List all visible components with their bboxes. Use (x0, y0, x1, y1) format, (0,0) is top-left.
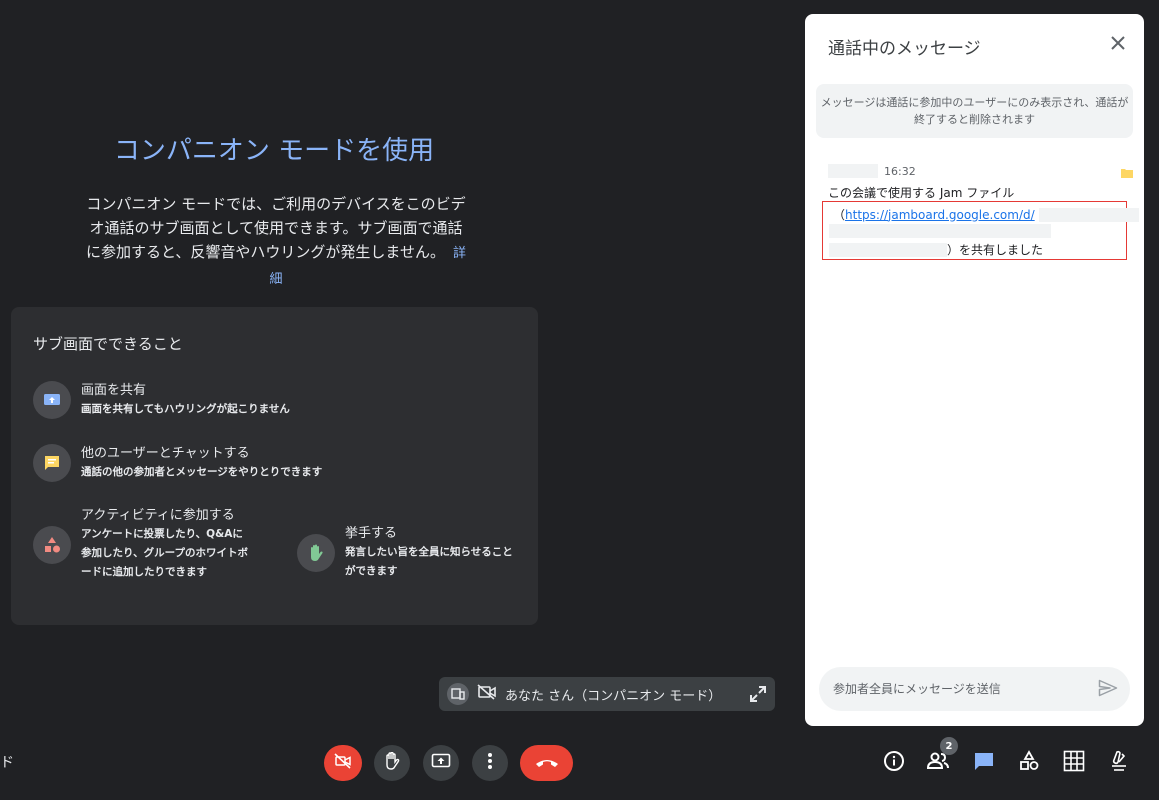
raise-hand-button[interactable] (374, 745, 410, 781)
info-icon (883, 750, 905, 776)
leave-call-button[interactable] (520, 745, 573, 781)
self-view-tile[interactable]: あなた さん（コンパニオン モード） (439, 677, 775, 711)
features-card-title: サブ画面でできること (33, 335, 183, 353)
feature-activities: アクティビティに参加する アンケートに投票したり、Q&Aに参加したり、グループの… (33, 507, 253, 582)
message-link-highlight: （ https://jamboard.google.com/d/ ）を共有しまし… (822, 201, 1139, 260)
grid-icon (1063, 750, 1085, 776)
meeting-name-fragment: ド (0, 755, 14, 771)
raise-hand-icon (384, 751, 400, 774)
feature-desc: 通話の他の参加者とメッセージをやりとりできます (81, 465, 323, 478)
host-controls-icon (1110, 750, 1128, 776)
link-redacted (829, 224, 1051, 238)
link-redacted (829, 242, 947, 257)
feature-name: 挙手する (345, 526, 398, 541)
chat-icon (973, 751, 995, 775)
more-options-button[interactable] (472, 745, 508, 781)
send-icon (1098, 679, 1118, 701)
participant-count-badge: 2 (940, 737, 958, 755)
close-panel-button[interactable] (1108, 34, 1128, 54)
feature-raise-hand: 挙手する 発言したい旨を全員に知らせることができます (297, 525, 515, 581)
present-screen-icon (431, 753, 451, 773)
chat-panel: 通話中のメッセージ メッセージは通話に参加中のユーザーにのみ表示され、通話が終了… (805, 14, 1144, 726)
feature-name: 他のユーザーとチャットする (81, 445, 250, 461)
companion-device-icon (447, 683, 469, 705)
present-screen-icon (33, 381, 71, 419)
camera-off-icon (334, 753, 352, 773)
activities-button[interactable] (1016, 750, 1042, 776)
chat-icon (33, 444, 71, 482)
activities-icon (1018, 750, 1040, 776)
companion-mode-title: コンパニオン モードを使用 (113, 136, 435, 166)
open-paren: （ (833, 208, 846, 222)
folder-icon (1121, 163, 1133, 182)
send-button[interactable] (1098, 679, 1118, 701)
feature-name: アクティビティに参加する (81, 508, 235, 523)
feature-share-screen: 画面を共有 画面を共有してもハウリングが起こりません (33, 381, 290, 419)
feature-desc: アンケートに投票したり、Q&Aに参加したり、グループのホワイトボードに追加したり… (81, 528, 248, 578)
features-card: サブ画面でできること 画面を共有 画面を共有してもハウリングが起こりません 他の… (11, 307, 538, 625)
expand-icon[interactable] (749, 685, 767, 707)
meeting-details-button[interactable] (881, 750, 907, 776)
message-text: この会議で使用する Jam ファイル (828, 186, 1015, 200)
feature-desc: 発言したい旨を全員に知らせることができます (345, 546, 513, 577)
chat-message-input[interactable] (819, 667, 1130, 711)
camera-off-icon (477, 684, 497, 704)
call-end-icon (534, 754, 560, 773)
message-time: 16:32 (884, 165, 916, 178)
more-vert-icon (487, 752, 493, 774)
present-screen-button[interactable] (423, 745, 459, 781)
chat-notice: メッセージは通話に参加中のユーザーにのみ表示され、通話が終了すると削除されます (816, 84, 1133, 138)
message-suffix: ）を共有しました (947, 243, 1044, 257)
chat-panel-title: 通話中のメッセージ (828, 39, 981, 59)
feature-desc: 画面を共有してもハウリングが起こりません (81, 402, 290, 415)
jamboard-link[interactable]: https://jamboard.google.com/d/ (845, 208, 1035, 222)
camera-toggle-button[interactable] (324, 745, 362, 781)
companion-mode-description: コンパニオン モードでは、ご利用のデバイスをこのビデオ通話のサブ画面として使用で… (86, 192, 466, 292)
people-icon (926, 752, 950, 774)
host-controls-button[interactable] (1106, 750, 1132, 776)
chat-button[interactable] (971, 750, 997, 776)
self-tile-label: あなた さん（コンパニオン モード） (505, 688, 722, 704)
message-sender-redacted (828, 164, 878, 178)
layout-button[interactable] (1061, 750, 1087, 776)
activities-icon (33, 525, 71, 564)
feature-chat: 他のユーザーとチャットする 通話の他の参加者とメッセージをやりとりできます (33, 444, 322, 482)
close-icon (1111, 35, 1125, 54)
link-redacted (1038, 207, 1139, 222)
feature-name: 画面を共有 (81, 382, 147, 398)
raise-hand-icon (297, 534, 335, 572)
description-text: コンパニオン モードでは、ご利用のデバイスをこのビデオ通話のサブ画面として使用で… (86, 195, 466, 261)
